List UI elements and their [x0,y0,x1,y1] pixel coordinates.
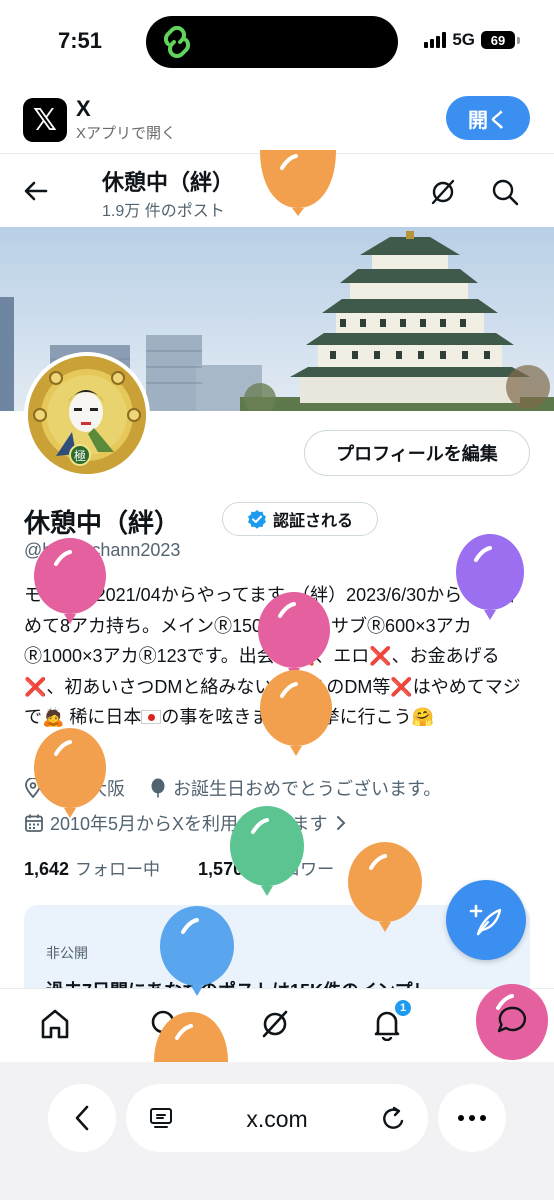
balloon-decoration-purple [456,534,524,620]
battery-tip [517,36,520,44]
dynamic-island [146,16,398,68]
link-activity-icon [163,26,191,58]
balloon-decoration-pink-bottom [476,984,548,1060]
balloon-birthday-icon [151,778,165,798]
notification-badge: 1 [394,999,412,1017]
edit-profile-button[interactable]: プロフィールを編集 [304,430,530,476]
balloon-decoration-pink-center [258,592,330,678]
app-name: X [76,96,91,121]
japan-flag-icon [141,710,162,724]
home-icon[interactable] [38,1007,72,1041]
grok-nav-icon[interactable] [258,1007,292,1041]
status-indicators: 5G 69 [424,30,520,50]
notifications-tab[interactable]: 1 [370,999,412,1042]
open-app-button[interactable]: 開く [446,96,530,140]
balloon-decoration-orange-left [34,728,106,818]
following-count[interactable]: 1,642 [24,859,69,880]
private-label: 非公開 [46,945,88,961]
profile-display-name: 休憩中（絆） [24,508,181,538]
address-bar[interactable]: x.com [126,1084,428,1152]
safari-toolbar: x.com [0,1062,554,1200]
svg-text:極: 極 [74,448,86,463]
more-dot [480,1115,486,1121]
status-time: 7:51 [58,28,103,53]
header-post-count: 1.9万 件のポスト [102,203,225,220]
bottom-navigation: 1 [0,988,554,1062]
balloon-decoration-orange-center [260,670,332,756]
app-subtitle: Xアプリで開く [76,125,177,142]
back-arrow-icon[interactable] [22,177,50,205]
more-dot [458,1115,464,1121]
header-display-name: 休憩中（絆） [102,170,235,195]
app-install-banner[interactable]: 𝕏 X Xアプリで開く 開く [0,90,554,154]
balloon-decoration-blue [160,906,234,996]
get-verified-button[interactable]: 認証される [222,502,378,536]
chevron-left-icon [75,1105,89,1131]
verified-badge-icon [247,510,266,529]
compose-post-button[interactable] [446,880,526,960]
search-icon[interactable] [490,177,520,207]
more-dot [469,1115,475,1121]
birthday-text: お誕生日おめでとうございます。 [173,779,442,799]
grok-icon[interactable] [428,177,458,207]
status-bar: 7:51 5G 69 [0,0,554,84]
balloon-decoration-orange-right [348,842,422,932]
balloon-decoration-orange-top [260,150,336,216]
avatar-image: 極 [28,356,146,474]
browser-back-button[interactable] [48,1084,116,1152]
feather-plus-icon [469,904,502,936]
chevron-right-icon [336,816,345,830]
balloon-decoration-orange-bottom [154,1012,228,1062]
network-type: 5G [452,30,475,49]
browser-more-button[interactable] [438,1084,506,1152]
reload-icon[interactable] [380,1104,408,1134]
x-logo-icon: 𝕏 [23,98,67,142]
get-verified-label: 認証される [272,513,353,530]
balloon-decoration-green [230,806,304,896]
cellular-signal-icon [424,32,447,48]
balloon-decoration-pink-left [34,538,106,624]
battery-icon: 69 [481,31,515,49]
profile-avatar[interactable]: 極 [24,352,150,478]
following-label[interactable]: フォロー中 [75,855,160,880]
